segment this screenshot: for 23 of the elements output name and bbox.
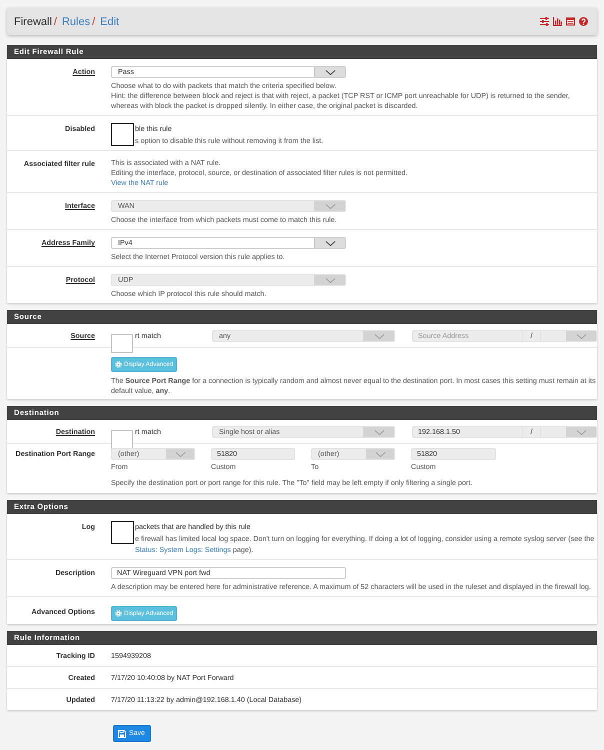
help-icon[interactable] (579, 17, 588, 26)
breadcrumb-slash: / (54, 16, 57, 28)
chevron-down-icon (374, 430, 384, 434)
chevron-down-icon (576, 334, 587, 338)
chevron-down-icon (576, 430, 587, 434)
chevron-down-icon (324, 70, 336, 74)
checkbox[interactable] (111, 123, 134, 146)
gear-icon (115, 361, 122, 368)
bar-chart-icon[interactable] (553, 17, 562, 26)
checkbox[interactable] (111, 521, 134, 544)
chevron-down-icon (324, 278, 336, 282)
breadcrumb-link[interactable]: Rules (62, 16, 90, 28)
chevron-down-icon (375, 452, 386, 456)
window-icon[interactable] (566, 17, 575, 26)
breadcrumb-link[interactable]: Edit (100, 16, 120, 28)
page-title: Firewall (14, 16, 52, 28)
chevron-down-icon (374, 334, 384, 338)
chevron-down-icon (324, 240, 336, 246)
gear-icon (115, 610, 122, 617)
breadcrumb-slash: / (92, 16, 96, 28)
sliders-icon[interactable] (540, 17, 549, 26)
chevron-down-icon (175, 452, 186, 456)
chevron-down-icon (324, 204, 336, 208)
